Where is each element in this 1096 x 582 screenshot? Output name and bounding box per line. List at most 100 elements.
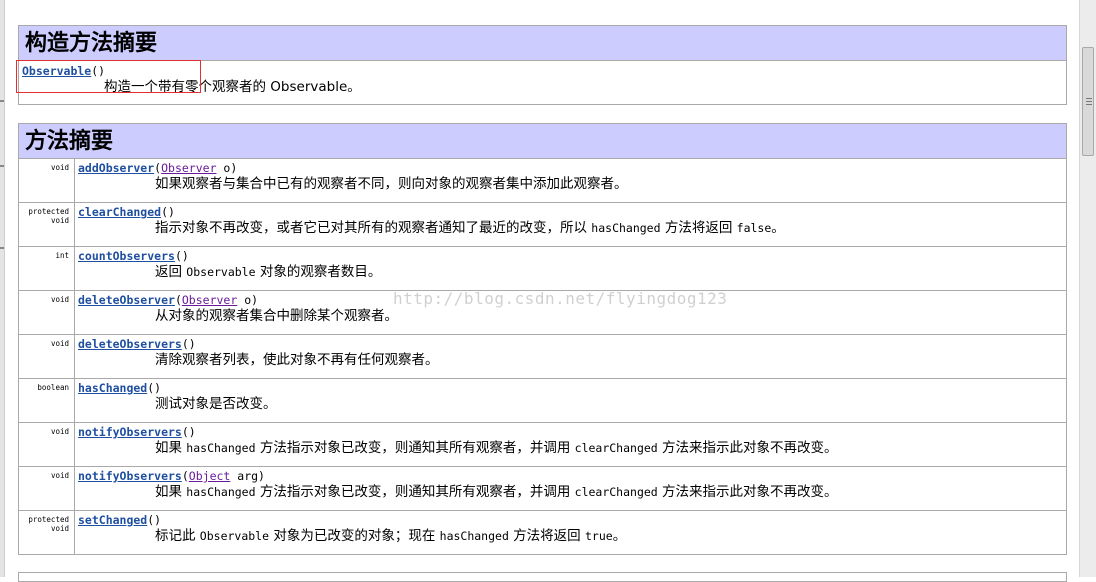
- scrollbar-grip-icon: [1086, 98, 1092, 107]
- code-term: hasChanged: [439, 529, 509, 543]
- param-type-link[interactable]: Observer: [161, 161, 216, 175]
- method-signature: hasChanged(): [78, 382, 1062, 395]
- constructor-link[interactable]: Observable: [22, 64, 91, 78]
- param-type-link[interactable]: Object: [189, 469, 231, 483]
- method-modifier: void: [18, 158, 75, 203]
- method-params-open: (): [174, 249, 189, 263]
- method-detail: hasChanged() 测试对象是否改变。: [74, 378, 1067, 423]
- code-term: false: [736, 221, 772, 235]
- description-text: 。: [771, 220, 785, 236]
- method-detail: deleteObservers() 清除观察者列表，使此对象不再有任何观察者。: [74, 334, 1067, 379]
- method-link[interactable]: hasChanged: [78, 381, 147, 395]
- method-modifier: void: [18, 422, 75, 467]
- method-row: int countObservers() 返回 Observable 对象的观察者数…: [18, 246, 1067, 291]
- method-params-rest: o): [237, 293, 259, 307]
- method-detail: setChanged() 标记此 Observable 对象为已改变的对象；现在 …: [74, 510, 1067, 555]
- method-params-open: (: [174, 293, 182, 307]
- description-text: 方法将返回: [660, 220, 737, 236]
- modifier-text: void: [50, 216, 69, 225]
- method-row: protected void clearChanged() 指示对象不再改变，或者它已…: [18, 202, 1067, 247]
- code-term: true: [584, 529, 613, 543]
- description-text: 清除观察者列表，使此对象不再有任何观察者。: [155, 352, 439, 368]
- method-modifier: protected void: [18, 202, 75, 247]
- method-row: void addObserver(Observer o) 如果观察者与集合中已有的观…: [18, 158, 1067, 203]
- method-link[interactable]: countObservers: [78, 249, 175, 263]
- modifier-text: boolean: [37, 383, 69, 392]
- method-params-open: (): [147, 513, 162, 527]
- description-text: 如果: [155, 440, 187, 456]
- description-text: 从对象的观察者集合中删除某个观察者。: [155, 308, 398, 324]
- method-modifier: boolean: [18, 378, 75, 423]
- modifier-text: void: [50, 295, 69, 304]
- method-modifier: protected void: [18, 510, 75, 555]
- method-params-rest: arg): [230, 469, 265, 483]
- method-link[interactable]: notifyObservers: [78, 425, 182, 439]
- method-row: protected void setChanged() 标记此 Observable …: [18, 510, 1067, 555]
- method-row: void notifyObservers() 如果 hasChanged 方法指示对…: [18, 422, 1067, 467]
- method-description: 标记此 Observable 对象为已改变的对象；现在 hasChanged 方…: [78, 528, 1062, 545]
- method-description: 测试对象是否改变。: [78, 396, 1062, 413]
- code-term: hasChanged: [186, 485, 256, 499]
- code-term: Observable: [199, 529, 270, 543]
- method-row: void notifyObservers(Object arg) 如果 hasCha…: [18, 466, 1067, 511]
- method-detail: notifyObservers() 如果 hasChanged 方法指示对象已改变…: [74, 422, 1067, 467]
- method-description: 如果 hasChanged 方法指示对象已改变，则通知其所有观察者，并调用 cl…: [78, 440, 1062, 457]
- method-description: 如果 hasChanged 方法指示对象已改变，则通知其所有观察者，并调用 cl…: [78, 484, 1062, 501]
- constructor-row: Observable() 构造一个带有零个观察者的 Observable。: [16, 60, 1067, 105]
- gutter-mark: [0, 247, 4, 249]
- code-term: hasChanged: [591, 221, 661, 235]
- gutter-mark: [0, 100, 4, 102]
- method-description: 如果观察者与集合中已有的观察者不同，则向对象的观察者集中添加此观察者。: [78, 176, 1062, 193]
- code-term: clearChanged: [574, 485, 658, 499]
- description-text: 对象的观察者数目。: [255, 264, 382, 280]
- method-link[interactable]: deleteObservers: [78, 337, 182, 351]
- description-text: 方法指示对象已改变，则通知其所有观察者，并调用: [255, 484, 575, 500]
- modifier-text: void: [50, 163, 69, 172]
- method-params-open: (): [147, 381, 162, 395]
- method-signature: notifyObservers(): [78, 426, 1062, 439]
- description-text: 对象为已改变的对象；现在: [269, 528, 440, 544]
- method-signature: countObservers(): [78, 250, 1062, 263]
- method-link[interactable]: setChanged: [78, 513, 147, 527]
- description-text: 指示对象不再改变，或者它已对其所有的观察者通知了最近的改变，所以: [155, 220, 592, 236]
- method-params-rest: o): [216, 161, 238, 175]
- modifier-text: protected: [28, 515, 69, 524]
- gutter-mark: [0, 165, 4, 167]
- constructor-params: (): [91, 64, 106, 78]
- method-params-open: (): [181, 337, 196, 351]
- description-text: 方法指示对象已改变，则通知其所有观察者，并调用: [255, 440, 575, 456]
- method-row: void deleteObservers() 清除观察者列表，使此对象不再有任何观察…: [18, 334, 1067, 379]
- method-signature: deleteObservers(): [78, 338, 1062, 351]
- method-link[interactable]: deleteObserver: [78, 293, 175, 307]
- description-text: 。: [612, 528, 627, 544]
- vertical-scrollbar[interactable]: [1079, 0, 1096, 577]
- method-signature: setChanged(): [78, 514, 1062, 527]
- constructor-description: 构造一个带有零个观察者的 Observable。: [104, 79, 361, 95]
- method-modifier: void: [18, 334, 75, 379]
- description-text: 如果: [155, 484, 187, 500]
- method-link[interactable]: clearChanged: [78, 205, 161, 219]
- method-description: 清除观察者列表，使此对象不再有任何观察者。: [78, 352, 1062, 369]
- code-term: clearChanged: [574, 441, 658, 455]
- scrollbar-thumb[interactable]: [1082, 47, 1094, 156]
- method-signature: notifyObservers(Object arg): [78, 470, 1062, 483]
- constructor-summary-title: 构造方法摘要: [18, 25, 1067, 61]
- param-type-link[interactable]: Observer: [182, 293, 237, 307]
- method-link[interactable]: notifyObservers: [78, 469, 182, 483]
- description-text: 方法来指示此对象不再改变。: [657, 484, 838, 500]
- method-detail: addObserver(Observer o) 如果观察者与集合中已有的观察者不同…: [74, 158, 1067, 203]
- watermark: http://blog.csdn.net/flyingdog123: [393, 289, 728, 308]
- next-table-edge: [18, 572, 1067, 582]
- method-params-open: (): [181, 425, 196, 439]
- modifier-text: void: [50, 427, 69, 436]
- method-params-open: (: [181, 469, 189, 483]
- method-link[interactable]: addObserver: [78, 161, 154, 175]
- method-description: 从对象的观察者集合中删除某个观察者。: [78, 308, 1062, 325]
- left-gutter: [0, 0, 5, 577]
- constructor-signature: Observable(): [22, 65, 1062, 78]
- description-text: 方法来指示此对象不再改变。: [657, 440, 838, 456]
- method-signature: clearChanged(): [78, 206, 1062, 219]
- modifier-text: void: [50, 471, 69, 480]
- constructor-summary-table: 构造方法摘要 Observable() 构造一个带有零个观察者的 Observa…: [16, 25, 1067, 105]
- method-signature: addObserver(Observer o): [78, 162, 1062, 175]
